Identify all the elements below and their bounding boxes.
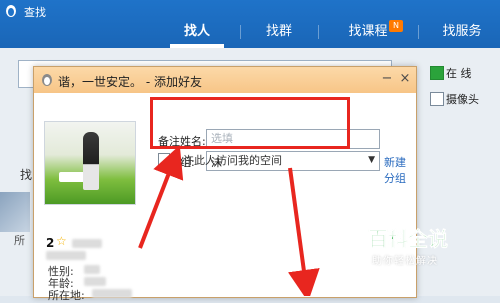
allow-visit-label: 允许此人访问我的空间	[172, 154, 282, 167]
blurred-text	[46, 251, 86, 260]
new-group-link[interactable]: 新建分组	[384, 154, 416, 186]
photo-person	[83, 132, 99, 190]
qq-penguin-icon	[42, 74, 52, 86]
close-button[interactable]: ×	[398, 72, 412, 86]
star-icon: ☆	[56, 234, 67, 248]
minimize-button[interactable]: −	[380, 72, 394, 86]
tab-divider	[240, 25, 241, 39]
blurred-name	[72, 239, 102, 248]
tab-find-courses[interactable]: 找课程	[340, 18, 396, 46]
tab-divider	[318, 25, 319, 39]
blurred-gender	[84, 265, 100, 274]
new-badge: N	[389, 20, 403, 32]
window-title: 查找	[24, 6, 46, 19]
tab-divider	[418, 25, 419, 39]
blurred-location	[92, 289, 132, 298]
background-text-fragment: 所	[14, 234, 25, 247]
tab-find-groups[interactable]: 找群	[252, 18, 306, 46]
dialog-title: 谐，一世安定。 - 添加好友	[58, 75, 202, 89]
highlight-box	[150, 97, 350, 149]
background-avatar	[0, 192, 30, 232]
search-window-header: 查找 找人 找群 找课程 N 找服务	[0, 0, 500, 48]
search-window-titlebar: 查找	[0, 0, 500, 22]
qq-penguin-icon	[6, 5, 16, 17]
location-label: 所在地:	[48, 289, 85, 302]
online-checkbox[interactable]	[430, 66, 444, 80]
camera-label: 摄像头	[446, 93, 479, 106]
dialog-titlebar[interactable]: 谐，一世安定。 - 添加好友 − ×	[34, 67, 416, 93]
profile-photo	[44, 121, 136, 205]
tab-find-services[interactable]: 找服务	[432, 18, 492, 46]
watermark-logo: 百科全说	[368, 227, 448, 250]
background-text-fragment: 找	[20, 168, 33, 182]
svg-text:百科全说: 百科全说	[368, 227, 448, 250]
camera-checkbox[interactable]	[430, 92, 444, 106]
allow-visit-checkbox[interactable]	[158, 153, 170, 165]
online-label: 在 线	[446, 67, 472, 80]
tab-find-people[interactable]: 找人	[170, 18, 224, 46]
watermark-tagline: 助你轻松解决	[372, 256, 438, 267]
chevron-down-icon[interactable]: ▼	[368, 155, 375, 165]
blurred-age	[84, 277, 106, 286]
level-number: 2	[46, 236, 55, 250]
